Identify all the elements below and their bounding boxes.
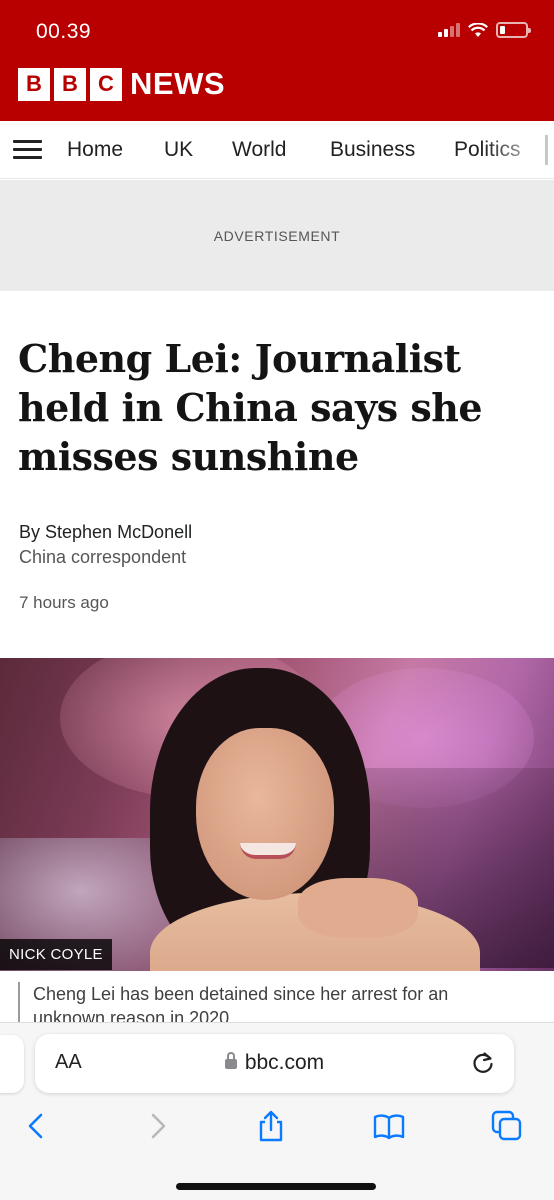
photo-credit: NICK COYLE: [0, 939, 112, 970]
section-nav: Home UK World Business Politics: [0, 121, 554, 179]
article-headline: Cheng Lei: Journalist held in China says…: [18, 334, 518, 481]
nav-scroll-indicator: [545, 135, 548, 165]
menu-icon[interactable]: [13, 140, 42, 160]
bbc-header: 00.39 B B C NEWS: [0, 0, 554, 121]
advertisement-label: ADVERTISEMENT: [213, 227, 341, 244]
advertisement-slot: ADVERTISEMENT: [0, 180, 554, 291]
nav-item-home[interactable]: Home: [67, 138, 123, 162]
share-icon[interactable]: [254, 1109, 288, 1143]
headline-line: misses sunshine: [18, 434, 359, 479]
headline-line: Cheng Lei: Journalist: [18, 336, 461, 381]
browser-chrome: AA bbc.com: [0, 1022, 554, 1200]
nav-fade: [484, 121, 554, 178]
url-text: bbc.com: [244, 1051, 325, 1074]
author-role: China correspondent: [19, 547, 187, 567]
article-photo[interactable]: [0, 658, 554, 971]
signal-icon: [438, 23, 460, 37]
nav-item-business[interactable]: Business: [330, 138, 415, 162]
nav-item-world[interactable]: World: [232, 138, 286, 162]
status-time: 00.39: [36, 20, 92, 43]
home-indicator: [176, 1183, 376, 1190]
nav-item-uk[interactable]: UK: [164, 138, 193, 162]
previous-tab-preview[interactable]: [0, 1035, 24, 1093]
logo-letter: B: [54, 67, 86, 101]
logo-letter: B: [18, 67, 50, 101]
article-byline: By Stephen McDonell: [19, 522, 193, 542]
lock-icon: [224, 1052, 237, 1069]
wifi-icon: [468, 22, 488, 37]
status-icons: [438, 22, 531, 38]
address-bar[interactable]: AA bbc.com: [35, 1034, 514, 1093]
tabs-icon[interactable]: [490, 1109, 524, 1143]
reload-icon[interactable]: [470, 1050, 496, 1076]
battery-icon: [496, 22, 531, 38]
bookmarks-icon[interactable]: [372, 1109, 406, 1143]
logo-letter: C: [90, 67, 122, 101]
published-time: 7 hours ago: [19, 593, 109, 612]
bbc-news-logo[interactable]: B B C NEWS: [18, 66, 225, 102]
headline-line: held in China says she: [18, 385, 483, 430]
forward-icon[interactable]: [140, 1109, 174, 1143]
back-icon[interactable]: [20, 1109, 54, 1143]
logo-news-word: NEWS: [130, 66, 225, 101]
photo-caption: Cheng Lei has been detained since her ar…: [18, 982, 518, 1022]
url-display[interactable]: bbc.com: [35, 1051, 514, 1075]
